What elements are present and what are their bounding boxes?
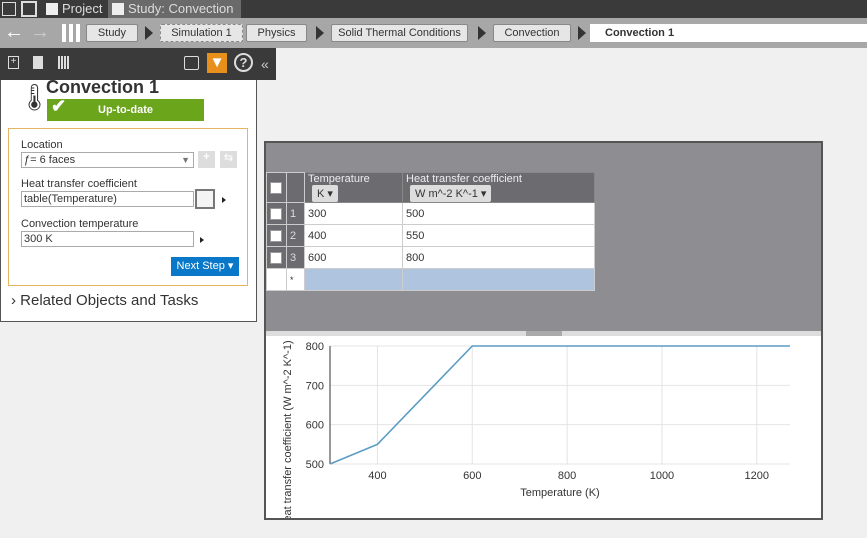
chevron-right-icon [316,26,324,40]
chart: 500 600 700 800 400 600 800 1000 1200 Temperatur… [282,340,790,518]
crumb-simulation[interactable]: Simulation 1 [160,24,243,42]
top-bar: Project Study: Convection 1 [0,0,867,34]
crumb-study[interactable]: Study [86,24,138,42]
filter-icon[interactable]: ▼ [207,53,227,73]
dependencies-icon[interactable] [184,56,199,70]
row-select[interactable] [266,246,287,269]
cell[interactable] [304,268,403,291]
cell[interactable]: 300 [304,202,403,225]
chevron-down-icon: ▼ [181,155,190,165]
swap-button[interactable]: ⇆ [220,151,237,168]
related-objects-toggle[interactable]: › Related Objects and Tasks [11,292,198,309]
table-edit-icon[interactable] [195,189,215,209]
checkbox[interactable] [270,229,282,242]
chevron-right-icon [145,26,153,40]
cell[interactable]: 500 [402,202,595,225]
table-row[interactable]: 1 300 500 [266,202,595,225]
col-temperature: TemperatureK ▾ [304,172,403,203]
y-axis-label: Heat transfer coefficient (W m^-2 K^-1) [282,340,294,518]
chevron-right-icon [478,26,486,40]
grid-icon[interactable] [62,24,80,42]
tab-label: Project [62,1,103,16]
help-icon[interactable]: ? [234,53,253,72]
cell[interactable]: 800 [402,246,595,269]
tab-project[interactable]: Project [42,0,104,18]
x-tick-label: 1000 [650,470,674,482]
expand-arrow-icon[interactable] [222,197,226,203]
htc-value: table(Temperature) [24,193,117,205]
menu-icon[interactable] [2,2,16,16]
y-tick-label: 800 [306,341,324,353]
y-tick-label: 500 [306,459,324,471]
x-axis-label: Temperature (K) [520,487,599,499]
forward-icon[interactable]: → [30,21,50,44]
check-icon: ✔ [51,96,67,116]
y-tick-label: 700 [306,380,324,392]
collapse-icon[interactable]: « [261,56,269,72]
related-label: Related Objects and Tasks [20,292,199,309]
checkbox[interactable] [270,181,282,194]
next-step-button[interactable]: Next Step ▾ [171,257,239,276]
row-number: 2 [286,224,305,247]
new-row[interactable]: * [266,268,595,291]
unit-select[interactable]: K ▾ [312,185,338,202]
study-icon [112,3,124,15]
row-number-header [286,172,305,203]
add-button[interactable]: + [198,151,215,168]
unit-select[interactable]: W m^-2 K^-1 ▾ [410,185,492,202]
ct-input[interactable]: 300 K [21,231,194,247]
cell[interactable]: 400 [304,224,403,247]
status-badge: ✔ Up-to-date [47,96,204,121]
ct-value: 300 K [24,233,53,245]
copy-icon[interactable] [33,56,43,69]
location-label: Location [21,139,63,151]
crumb-current: Convection 1 [590,24,867,42]
checkbox[interactable] [270,251,282,264]
data-table: TemperatureK ▾ Heat transfer coefficient… [266,172,595,291]
htc-input[interactable]: table(Temperature) [21,191,194,207]
cell[interactable]: 600 [304,246,403,269]
x-tick-label: 1200 [745,470,769,482]
x-tick-label: 600 [463,470,481,482]
cell[interactable] [402,268,595,291]
col-htc: Heat transfer coefficientW m^-2 K^-1 ▾ [402,172,595,203]
location-select[interactable]: ƒ= 6 faces ▼ [21,152,194,168]
new-row-marker: * [286,268,305,291]
crumb-physics[interactable]: Physics [246,24,307,42]
panel-toolbar: + ▼ ? « [0,48,276,80]
back-icon[interactable]: ← [4,21,24,44]
row-number: 1 [286,202,305,225]
save-icon[interactable] [21,1,37,17]
cell[interactable]: 550 [402,224,595,247]
table-row[interactable]: 3 600 800 [266,246,595,269]
htc-label: Heat transfer coefficient [21,178,137,190]
crumb-convection[interactable]: Convection [493,24,571,42]
location-value: ƒ= 6 faces [24,154,76,166]
row-select[interactable] [266,224,287,247]
status-label: Up-to-date [98,104,153,116]
select-all[interactable] [266,172,287,203]
new-icon[interactable]: + [8,56,19,69]
col-label: Heat transfer coefficient [406,173,522,185]
settings-form: Location ƒ= 6 faces ▼ + ⇆ Heat transfer c… [8,128,248,286]
expand-arrow-icon[interactable] [200,237,204,243]
x-tick-label: 800 [558,470,576,482]
y-tick-label: 600 [306,420,324,432]
x-tick-label: 400 [368,470,386,482]
checkbox[interactable] [270,207,282,220]
col-label: Temperature [308,173,370,185]
crumb-solid-thermal[interactable]: Solid Thermal Conditions [331,24,468,42]
row-select[interactable] [266,202,287,225]
table-row[interactable]: 2 400 550 [266,224,595,247]
tab-study[interactable]: Study: Convection 1 [108,0,241,34]
delete-icon[interactable] [58,56,69,69]
ct-label: Convection temperature [21,218,139,230]
crumb-current-label: Convection 1 [605,27,675,39]
row-number: 3 [286,246,305,269]
table-header: TemperatureK ▾ Heat transfer coefficient… [266,172,595,203]
new-row-select [266,268,287,291]
project-icon [46,3,58,15]
series-line [329,345,790,465]
chevron-right-icon [578,26,586,40]
